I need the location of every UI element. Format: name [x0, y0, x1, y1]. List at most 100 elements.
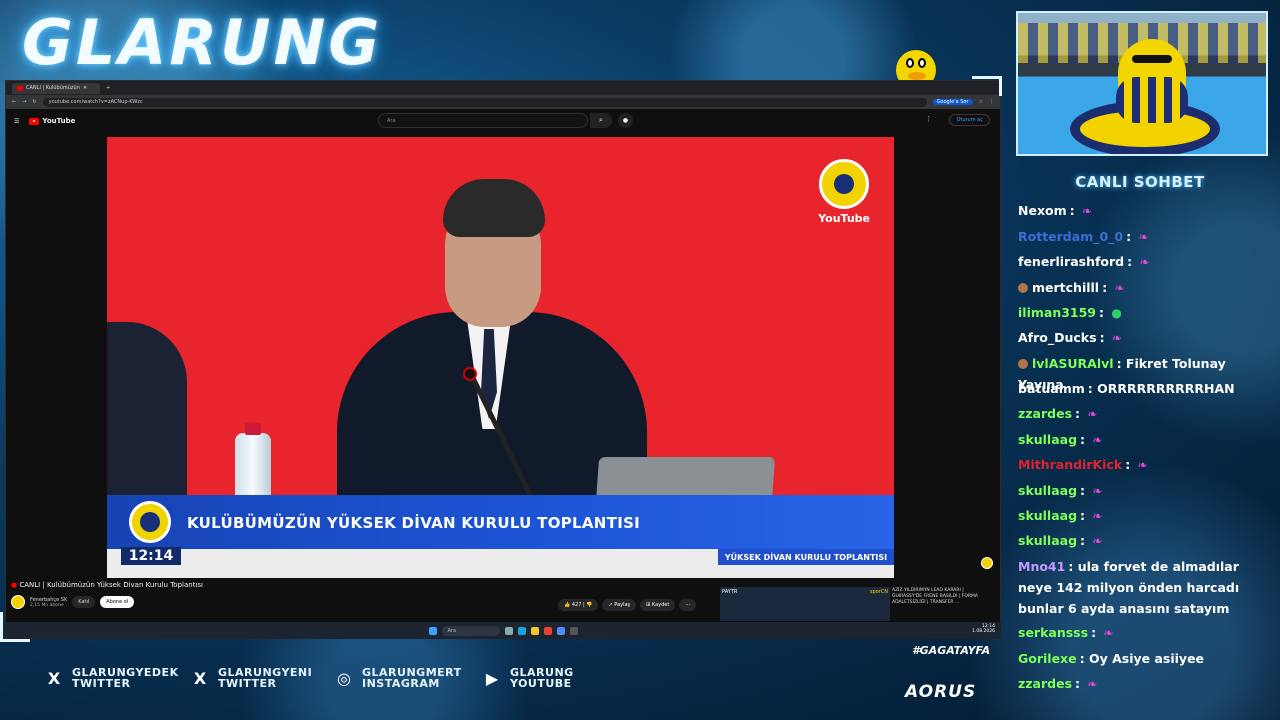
- subscribe-button[interactable]: Abone ol: [100, 596, 135, 608]
- more-actions-icon[interactable]: ⋯: [679, 599, 697, 611]
- chat-username[interactable]: skullaag: [1018, 508, 1077, 523]
- chat-username[interactable]: Gorilexe: [1018, 651, 1077, 666]
- chat-message: Nexom: ❧: [1018, 200, 1270, 222]
- rec-brand: sporCN: [869, 589, 888, 595]
- chat-message: fenerlirashford: ❧: [1018, 251, 1270, 273]
- chat-username[interactable]: zzardes: [1018, 676, 1072, 691]
- settings-menu-icon[interactable]: ⋮: [925, 115, 932, 123]
- chat-username[interactable]: zzardes: [1018, 406, 1072, 421]
- chat-message: mertchilll: ❧: [1018, 277, 1270, 299]
- streamer-brand: GLARUNG: [22, 6, 383, 79]
- hashtag: #GAGATAYFA: [912, 644, 991, 657]
- back-icon[interactable]: ←: [12, 99, 16, 105]
- search-icon[interactable]: ⌕: [590, 113, 612, 128]
- emote-icon: ❧: [1092, 509, 1103, 523]
- close-tab-icon[interactable]: ✕: [83, 85, 87, 91]
- channel-avatar[interactable]: [11, 595, 25, 609]
- chat-message: Afro_Ducks: ❧: [1018, 327, 1270, 349]
- user-badge-icon: [1018, 359, 1028, 369]
- microphone-icon[interactable]: ●: [618, 113, 633, 128]
- address-input[interactable]: youtube.com/watch?v=zACNup-KWzc: [42, 97, 927, 107]
- corner-channel-icon[interactable]: [981, 557, 993, 569]
- social-link[interactable]: X GLARUNGYEDEK TWITTER: [44, 667, 179, 689]
- emote-icon: ❧: [1111, 331, 1122, 345]
- channel-row: Fenerbahçe SK 2,15 Mn abone Katıl Abone …: [11, 595, 135, 609]
- sign-in-button[interactable]: Oturum aç: [949, 114, 990, 126]
- lower-third-banner: KULÜBÜMÜZÜN YÜKSEK DİVAN KURULU TOPLANTI…: [107, 495, 894, 549]
- chat-username[interactable]: Rotterdam_0_0: [1018, 229, 1123, 244]
- address-bar-row: ← → ↻ youtube.com/watch?v=zACNup-KWzc Go…: [6, 95, 1000, 109]
- chat-message: iliman3159: ●: [1018, 302, 1270, 324]
- forward-icon[interactable]: →: [22, 99, 26, 105]
- edge-icon[interactable]: [517, 626, 526, 635]
- task-view-icon[interactable]: [504, 626, 513, 635]
- obs-icon[interactable]: [569, 626, 578, 635]
- hamburger-icon[interactable]: ☰: [14, 118, 19, 125]
- store-icon[interactable]: [556, 626, 565, 635]
- browser-tabbar: CANLI | Kulübümüzün ✕ +: [6, 81, 1000, 95]
- x-icon: X: [47, 668, 61, 688]
- bookmark-icon[interactable]: ☆: [979, 99, 983, 105]
- aorus-logo: AORUS: [905, 682, 977, 702]
- tab-title: CANLI | Kulübümüzün: [26, 85, 80, 91]
- watermark-text: YouTube: [818, 212, 870, 225]
- google-sor-button[interactable]: Google'a Sor: [932, 99, 973, 105]
- chat-username[interactable]: Mno41: [1018, 559, 1065, 574]
- social-platform: TWITTER: [72, 677, 131, 690]
- taskbar-search[interactable]: Ara: [441, 625, 500, 636]
- social-link[interactable]: ▶ GLARUNG YOUTUBE: [482, 667, 574, 689]
- rec-channel: PAYTR: [722, 589, 738, 595]
- new-tab-icon[interactable]: +: [106, 85, 110, 91]
- chat-username[interactable]: fenerlirashford: [1018, 254, 1124, 269]
- chrome-icon[interactable]: [543, 626, 552, 635]
- chat-title: CANLI SOHBET: [1075, 173, 1205, 191]
- taskbar-clock[interactable]: 12:14 1.08.2026: [972, 624, 995, 635]
- windows-taskbar: Ara 12:14 1.08.2026: [5, 622, 1001, 639]
- broadcast-sub-label: YÜKSEK DİVAN KURULU TOPLANTISI: [718, 549, 894, 565]
- chat-username[interactable]: skullaag: [1018, 432, 1077, 447]
- search-input[interactable]: Ara: [378, 113, 588, 128]
- reload-icon[interactable]: ↻: [32, 99, 36, 105]
- youtube-logo[interactable]: YouTube: [29, 117, 75, 125]
- club-emblem-icon: [129, 501, 171, 543]
- chat-username[interactable]: iliman3159: [1018, 305, 1096, 320]
- instagram-icon: ◎: [337, 668, 351, 688]
- like-button[interactable]: 👍 427 | 👎: [558, 599, 599, 611]
- chat-username[interactable]: lvlASURAlvl: [1032, 356, 1114, 371]
- menu-icon[interactable]: ⋮: [989, 99, 994, 105]
- chat-username[interactable]: serkansss: [1018, 625, 1088, 640]
- social-platform: YOUTUBE: [510, 677, 572, 690]
- emote-icon: ❧: [1103, 626, 1114, 640]
- video-frame-corner: [972, 76, 1002, 96]
- emote-icon: ❧: [1092, 484, 1103, 498]
- file-explorer-icon[interactable]: [530, 626, 539, 635]
- chat-username[interactable]: mertchilll: [1032, 280, 1099, 295]
- video-frame-corner: [0, 612, 30, 642]
- windows-start-icon[interactable]: [428, 626, 437, 635]
- emote-icon: ❧: [1092, 433, 1103, 447]
- share-button[interactable]: ↗ Paylaş: [602, 599, 637, 611]
- subscriber-count: 2,15 Mn abone: [30, 602, 64, 608]
- social-link[interactable]: X GLARUNGYENI TWITTER: [190, 667, 312, 689]
- recommended-thumbnail[interactable]: PAYTR sporCN: [720, 587, 890, 621]
- video-player[interactable]: YouTube KULÜBÜMÜZÜN YÜKSEK DİVAN KURULU …: [107, 137, 894, 578]
- chat-message: skullaag: ❧: [1018, 429, 1270, 451]
- chat-username[interactable]: batuamm: [1018, 381, 1085, 396]
- social-link[interactable]: ◎ GLARUNGMERT INSTAGRAM: [334, 667, 462, 689]
- chat-text: Oy Asiye asiiyee: [1088, 651, 1205, 666]
- browser-tab[interactable]: CANLI | Kulübümüzün ✕: [12, 82, 100, 94]
- video-actions: 👍 427 | 👎 ↗ Paylaş ⊞ Kaydet ⋯: [558, 599, 697, 611]
- chat-username[interactable]: skullaag: [1018, 483, 1077, 498]
- chat-username[interactable]: skullaag: [1018, 533, 1077, 548]
- recommended-title[interactable]: AZİZ YILDIRIM'IN LEAO KARARI | GUIRASSY'…: [892, 588, 992, 606]
- live-chat-panel: CANLI SOHBET Nexom: ❧ Rotterdam_0_0: ❧ fen…: [1007, 163, 1273, 703]
- chat-username[interactable]: MithrandirKick: [1018, 457, 1122, 472]
- save-button[interactable]: ⊞ Kaydet: [640, 599, 676, 611]
- video-title: ● CANLI | Kulübümüzün Yüksek Divan Kurul…: [11, 581, 203, 589]
- join-button[interactable]: Katıl: [72, 596, 96, 608]
- lower-third-title: KULÜBÜMÜZÜN YÜKSEK DİVAN KURULU TOPLANTI…: [187, 514, 641, 532]
- broadcast-time: 12:14: [121, 547, 181, 565]
- chat-username[interactable]: Afro_Ducks: [1018, 330, 1097, 345]
- chat-username[interactable]: Nexom: [1018, 203, 1067, 218]
- emote-icon: ❧: [1139, 255, 1150, 269]
